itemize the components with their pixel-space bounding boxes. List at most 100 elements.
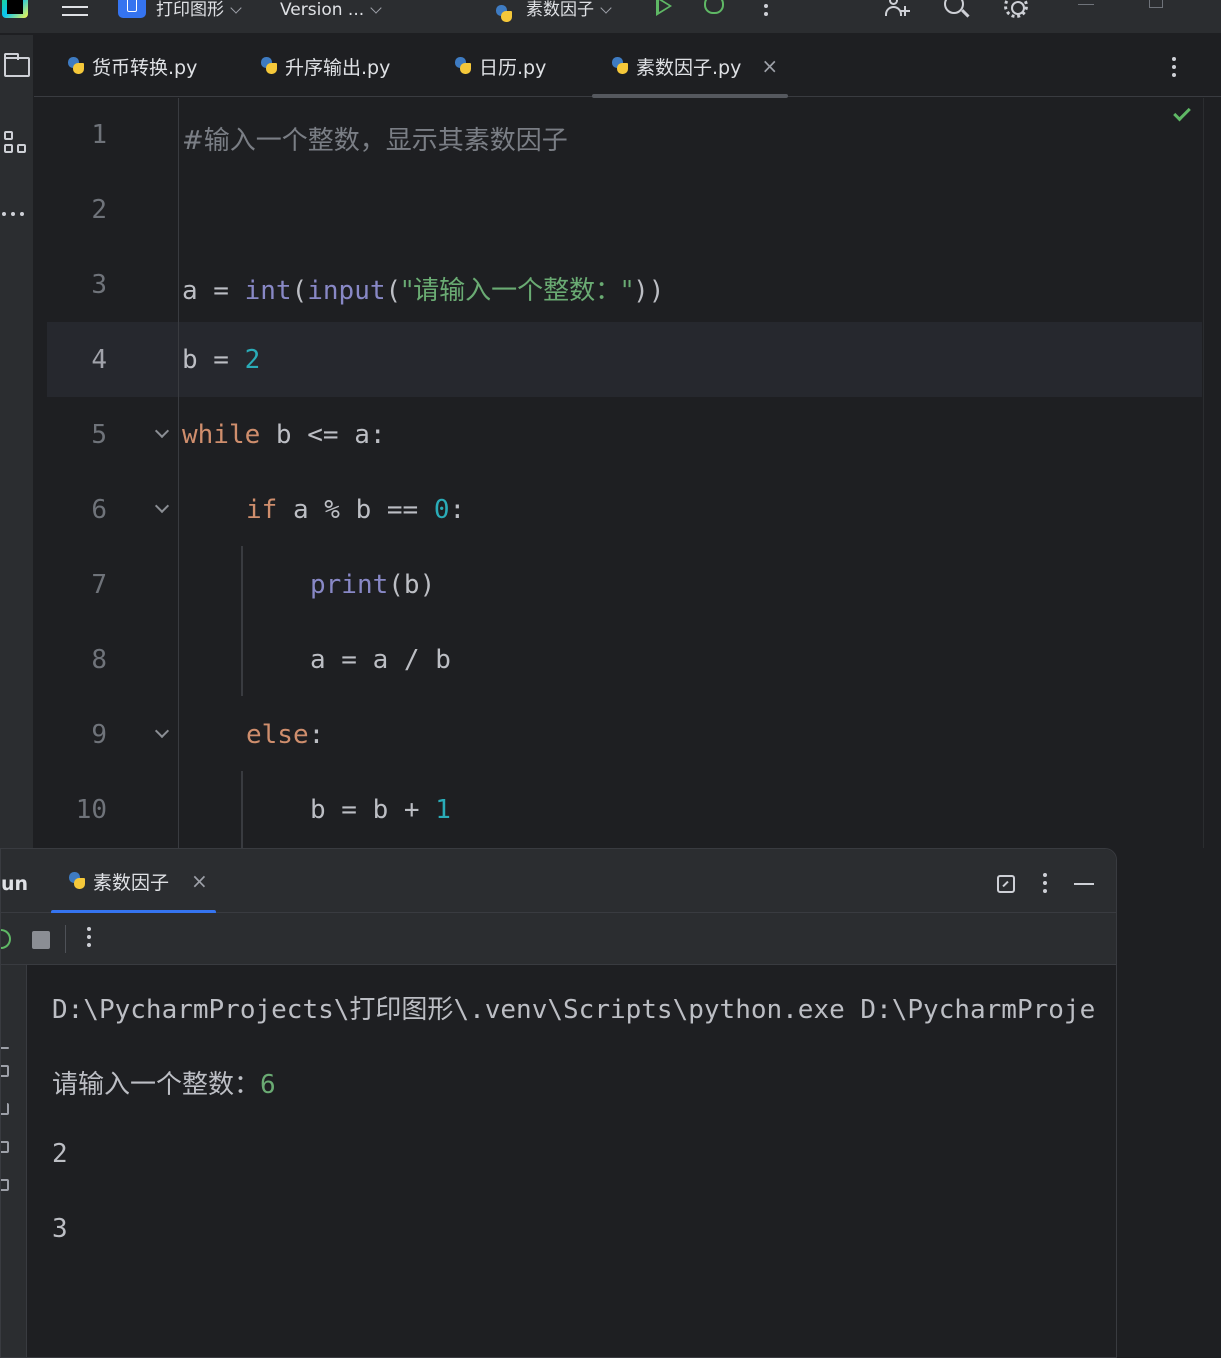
minimize-window-icon[interactable] [1078, 4, 1094, 5]
colon: : [449, 495, 466, 525]
background-area [1117, 848, 1221, 1358]
editor-tab-bar: 货币转换.py 升序输出.py 日历.py 素数因子.py × [34, 35, 1221, 98]
project-name: 打印图形 [156, 0, 224, 20]
chevron-down-icon [370, 2, 382, 14]
fold-chevron-icon[interactable] [154, 423, 170, 439]
chevron-down-icon [230, 2, 242, 14]
run-tab-label: 素数因子 [93, 871, 170, 894]
run-button[interactable] [656, 0, 672, 16]
more-options-icon[interactable] [87, 927, 91, 951]
debug-button[interactable] [704, 0, 724, 14]
paren: ( [385, 276, 402, 306]
structure-icon[interactable] [4, 131, 30, 155]
console-command-line: D:\PycharmProjects\打印图形\.venv\Scripts\py… [52, 989, 1095, 1026]
tab-label: 货币转换.py [92, 56, 198, 79]
number-literal: 2 [244, 345, 261, 375]
line-number: 1 [91, 120, 107, 150]
run-options-icon[interactable] [1043, 873, 1047, 897]
tab-label: 素数因子.py [636, 56, 742, 79]
paren: )) [633, 276, 665, 306]
tab-label: 日历.py [479, 56, 547, 79]
maximize-window-icon[interactable] [1149, 0, 1163, 8]
keyword: while [182, 420, 261, 450]
command-rest: \.venv\Scripts\python.exe D:\PycharmProj… [453, 995, 1096, 1025]
line-number: 8 [91, 645, 107, 675]
soft-wrap-icon[interactable] [1, 1065, 9, 1077]
variable: a [182, 276, 198, 306]
run-tab-prime-factors[interactable]: 素数因子 × [51, 849, 216, 914]
project-icon[interactable] [118, 0, 146, 18]
code-text: b = b + 1 [310, 795, 451, 825]
code-with-me-icon[interactable] [884, 0, 912, 18]
pycharm-logo-icon[interactable] [2, 0, 28, 18]
command-project-name: 打印图形 [349, 995, 454, 1025]
code-text: if a % b == 0: [246, 495, 465, 525]
search-icon[interactable] [944, 0, 964, 14]
project-selector[interactable]: 打印图形 [156, 0, 242, 20]
project-folder-icon[interactable] [4, 53, 30, 77]
code-line: 10 b = b + 1 [47, 773, 1202, 848]
stop-icon[interactable] [32, 931, 50, 949]
expression: (b) [388, 570, 436, 600]
clear-all-icon[interactable] [1, 1179, 9, 1191]
vcs-label: Version ... [280, 0, 365, 20]
restore-layout-icon[interactable] [997, 875, 1015, 893]
print-icon[interactable] [1, 1141, 9, 1153]
user-input-value: 6 [260, 1070, 276, 1100]
code-text: a = int(input("请输入一个整数：")) [182, 270, 664, 307]
left-tool-strip [0, 35, 34, 848]
run-config-selector[interactable]: 素数因子 [494, 0, 612, 22]
operator: = [197, 345, 245, 375]
code-line: 3 a = int(input("请输入一个整数：")) [47, 248, 1202, 323]
command-path: D:\PycharmProjects\ [52, 995, 350, 1025]
keyword: if [246, 495, 278, 525]
run-panel-title: un [1, 873, 29, 895]
vcs-selector[interactable]: Version ... [280, 0, 382, 20]
line-number: 2 [91, 195, 107, 225]
operator: = [197, 276, 245, 306]
fold-chevron-icon[interactable] [154, 723, 170, 739]
python-file-icon [453, 56, 473, 76]
tab-options-icon[interactable] [1172, 57, 1176, 81]
colon: : [308, 720, 325, 750]
tab-ascending-output[interactable]: 升序输出.py [259, 35, 390, 97]
settings-gear-icon[interactable] [1004, 0, 1028, 18]
number-literal: 0 [433, 495, 450, 525]
line-number: 9 [91, 720, 107, 750]
code-editor[interactable]: 1 #输入一个整数，显示其素数因子 2 3 a = int(input("请输入… [47, 98, 1202, 848]
scroll-to-end-icon[interactable] [1, 1103, 9, 1115]
tab-calendar[interactable]: 日历.py [453, 35, 546, 97]
python-file-icon [494, 4, 514, 24]
paren: ( [291, 276, 308, 306]
tab-prime-factors[interactable]: 素数因子.py × [592, 35, 788, 98]
close-tab-icon[interactable]: × [191, 869, 208, 893]
line-number: 3 [91, 270, 107, 300]
variable: b [182, 345, 198, 375]
code-line: 2 [47, 173, 1202, 248]
keyword: else [246, 720, 309, 750]
line-number: 5 [91, 420, 107, 450]
close-tab-icon[interactable]: × [761, 54, 778, 78]
rerun-icon[interactable] [1, 929, 11, 949]
console-output-line: 2 [52, 1139, 68, 1169]
fold-chevron-icon[interactable] [154, 498, 170, 514]
hide-panel-icon[interactable] [1074, 883, 1094, 885]
code-text: b = 2 [182, 345, 260, 375]
code-text: while b <= a: [182, 420, 386, 450]
python-file-icon [66, 56, 86, 76]
more-tool-windows-icon[interactable] [2, 201, 29, 216]
tab-currency-conversion[interactable]: 货币转换.py [66, 35, 197, 97]
builtin-int: int [244, 276, 292, 306]
expression: b = b + [310, 795, 436, 825]
python-file-icon [67, 871, 87, 891]
main-menu-icon[interactable] [62, 0, 88, 18]
scroll-up-icon[interactable] [1, 1047, 9, 1049]
code-text: a = a / b [310, 645, 451, 675]
expression: b <= a: [260, 420, 386, 450]
chevron-down-icon [600, 2, 612, 14]
console-output[interactable]: D:\PycharmProjects\打印图形\.venv\Scripts\py… [27, 965, 1116, 1357]
editor-scrollbar[interactable] [1203, 98, 1221, 848]
run-toolbar [1, 913, 1116, 965]
comment: #输入一个整数，显示其素数因子 [182, 126, 568, 156]
more-actions-icon[interactable] [764, 0, 768, 20]
